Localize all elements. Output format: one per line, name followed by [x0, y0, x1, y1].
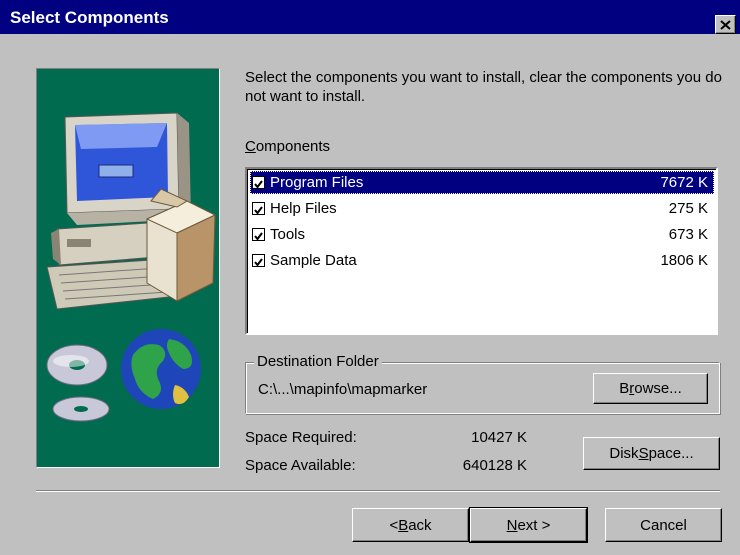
back-label-accelerator: B — [398, 516, 409, 534]
close-icon — [720, 19, 731, 30]
list-item-tools[interactable]: Tools 673 K — [250, 223, 714, 246]
cancel-label: Cancel — [640, 516, 687, 534]
checkmark-icon — [254, 180, 263, 189]
disk-space-label-post: pace... — [648, 445, 694, 462]
components-label-text: omponents — [255, 138, 331, 155]
back-button[interactable]: < Back — [352, 508, 469, 542]
dialog-title: Select Components — [10, 8, 169, 27]
checkmark-icon — [254, 232, 263, 241]
component-name: Sample Data — [270, 252, 357, 269]
components-label-accelerator: C — [245, 138, 256, 155]
component-name: Help Files — [270, 200, 337, 217]
components-label: Components — [245, 138, 330, 155]
back-label-pre: < — [389, 516, 399, 534]
title-bar: Select Components — [0, 0, 740, 34]
component-size: 275 K — [668, 200, 708, 217]
checkmark-icon — [254, 258, 263, 267]
checkbox[interactable] — [252, 228, 265, 241]
space-required-label: Space Required: — [245, 429, 357, 446]
cancel-button[interactable]: Cancel — [605, 508, 722, 542]
list-item-sample-data[interactable]: Sample Data 1806 K — [250, 249, 714, 272]
checkbox[interactable] — [252, 202, 265, 215]
components-list[interactable]: Program Files 7672 K Help Files 275 K To… — [245, 167, 718, 335]
browse-label-pre: B — [619, 380, 630, 397]
disk-space-label-accelerator: S — [638, 445, 649, 462]
disk-space-label-pre: Disk — [609, 445, 639, 462]
close-button[interactable] — [715, 15, 736, 34]
component-size: 1806 K — [660, 252, 708, 269]
browse-label-post: owse... — [634, 380, 682, 397]
separator-line — [36, 490, 720, 492]
checkbox[interactable] — [252, 254, 265, 267]
checkbox[interactable] — [252, 176, 265, 189]
space-required-value: 10427 K — [471, 429, 527, 446]
list-item-help-files[interactable]: Help Files 275 K — [250, 197, 714, 220]
computer-globe-illustration — [46, 112, 217, 422]
component-name: Program Files — [270, 174, 364, 191]
component-size: 7672 K — [660, 174, 708, 191]
instructions-text: Select the components you want to instal… — [245, 69, 722, 105]
component-name: Tools — [270, 226, 306, 243]
next-label-post: ext > — [517, 516, 551, 534]
checkmark-icon — [254, 206, 263, 215]
space-available-value: 640128 K — [462, 457, 527, 474]
browse-button[interactable]: Br owse... — [593, 373, 708, 404]
list-item-program-files[interactable]: Program Files 7672 K — [250, 171, 714, 194]
setup-artwork-panel — [36, 68, 220, 468]
back-label-post: ack — [408, 516, 432, 534]
disk-space-button[interactable]: Disk Space... — [583, 437, 720, 470]
next-button[interactable]: Next > — [469, 507, 588, 543]
next-label-accelerator: N — [506, 516, 518, 534]
component-size: 673 K — [668, 226, 708, 243]
space-available-label: Space Available: — [245, 457, 356, 474]
destination-folder-legend: Destination Folder — [254, 353, 382, 370]
destination-path: C:\...\mapinfo\mapmarker — [258, 381, 428, 398]
